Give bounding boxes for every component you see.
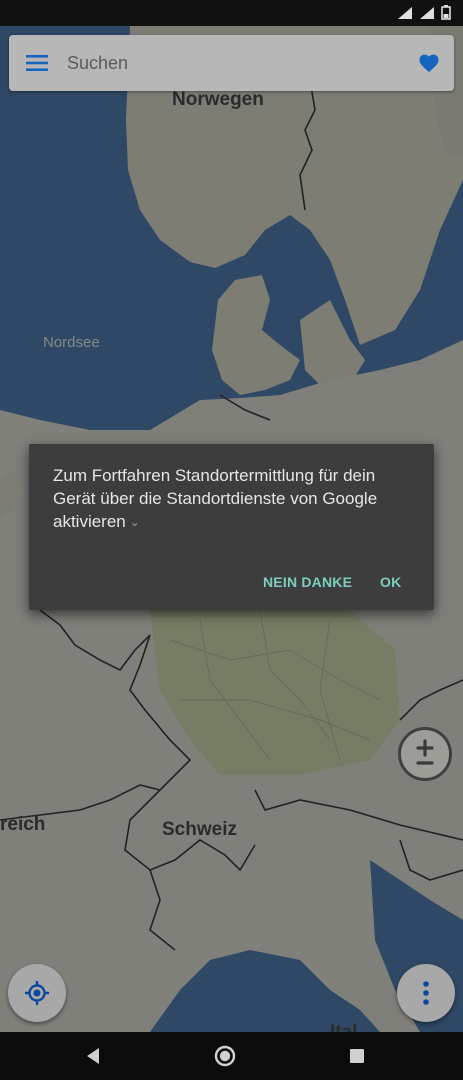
- more-options-button[interactable]: [397, 964, 455, 1022]
- dialog-message-text: Zum Fortfahren Standortermittlung für de…: [53, 466, 378, 531]
- recents-button[interactable]: [342, 1042, 372, 1070]
- ok-button[interactable]: OK: [374, 570, 407, 594]
- my-location-icon: [25, 981, 49, 1005]
- back-button[interactable]: [78, 1042, 108, 1070]
- chevron-down-icon[interactable]: ⌄: [130, 515, 140, 529]
- recents-icon: [350, 1049, 364, 1063]
- dialog-message[interactable]: Zum Fortfahren Standortermittlung für de…: [53, 464, 418, 534]
- status-icons: [397, 5, 451, 20]
- home-button[interactable]: [210, 1042, 240, 1070]
- signal-icon: [398, 6, 412, 19]
- navigation-bar: [0, 1032, 463, 1080]
- back-icon: [87, 1048, 99, 1064]
- my-location-button[interactable]: [8, 964, 66, 1022]
- home-icon: [214, 1045, 236, 1067]
- status-bar: [0, 0, 463, 26]
- signal-icon: [420, 6, 434, 19]
- more-vert-icon: [423, 981, 429, 1005]
- no-thanks-button[interactable]: NEIN DANKE: [257, 570, 358, 594]
- battery-icon: [441, 5, 451, 20]
- location-permission-dialog: Zum Fortfahren Standortermittlung für de…: [29, 444, 434, 610]
